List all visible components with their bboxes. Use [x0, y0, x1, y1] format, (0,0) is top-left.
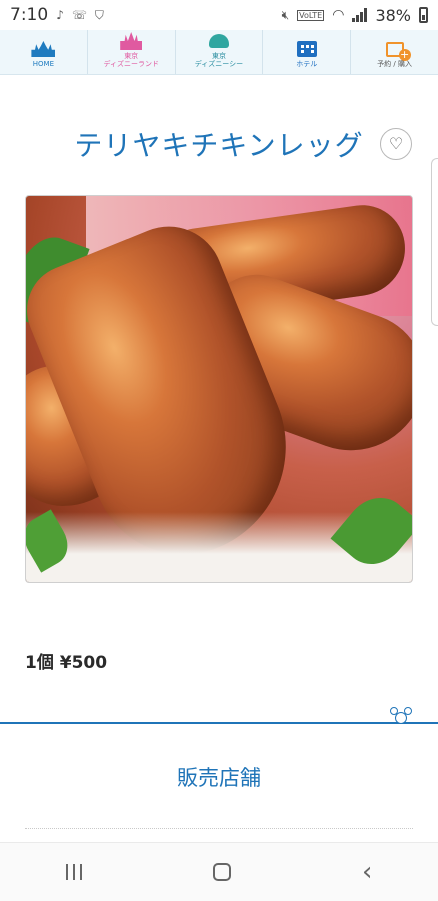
volte-icon: VoLTE: [297, 9, 325, 21]
shop-section-heading: 販売店舗: [177, 766, 261, 790]
nav-label-hotel: ホテル: [296, 60, 318, 68]
android-nav-bar: ‹: [0, 842, 438, 901]
battery-percent: 38%: [375, 5, 411, 25]
mute-icon: 🔇︎: [281, 7, 290, 22]
wifi-icon: ◠: [332, 7, 345, 23]
nav-item-tokyo-disneysea[interactable]: 東京 ディズニーシー: [176, 30, 264, 74]
nav-item-reserve-purchase[interactable]: 予約 / 購入: [351, 30, 438, 74]
nav-item-hotel[interactable]: ホテル: [263, 30, 352, 74]
hotel-icon: [296, 40, 317, 58]
dotted-divider: [25, 828, 413, 829]
nav-label-tokyo-disneyland: 東京 ディズニーランド: [103, 52, 159, 68]
status-right: 🔇︎ VoLTE ◠ 38%: [282, 6, 428, 25]
favorite-button[interactable]: ♡: [380, 128, 412, 160]
status-time: 7:10: [10, 5, 49, 25]
battery-icon: [419, 7, 428, 23]
status-left: 7:10 ♪ ☏ ⛉: [10, 5, 104, 25]
price-label: 1個 ¥500: [25, 653, 108, 673]
castle-icon: [31, 40, 56, 58]
nav-item-tokyo-disneyland[interactable]: 東京 ディズニーランド: [88, 30, 176, 74]
music-note-icon: ♪: [56, 8, 64, 22]
call-icon: ☏: [71, 8, 87, 22]
page-title: テリヤキチキンレッグ: [74, 129, 364, 162]
signal-icon: [352, 8, 368, 22]
nav-item-home[interactable]: HOME: [0, 30, 88, 74]
recents-icon[interactable]: [65, 864, 82, 880]
top-nav: HOME 東京 ディズニーランド 東京 ディズニーシー ホテル 予約 / 購入: [0, 30, 438, 75]
home-icon[interactable]: [212, 863, 231, 881]
nav-label-reserve-purchase: 予約 / 購入: [377, 60, 412, 68]
edge-panel-handle[interactable]: [431, 158, 438, 326]
back-icon[interactable]: ‹: [362, 859, 372, 885]
chicken-leg-photo: [25, 195, 413, 583]
globe-icon: [208, 32, 229, 50]
status-bar: 7:10 ♪ ☏ ⛉ 🔇︎ VoLTE ◠ 38%: [0, 0, 438, 30]
shield-icon: ⛉: [94, 7, 104, 22]
heart-icon: ♡: [388, 134, 404, 153]
ticket-icon: [385, 40, 411, 61]
mickey-icon: [390, 707, 412, 725]
castle-pink-icon: [120, 32, 143, 50]
nav-label-home: HOME: [32, 60, 55, 68]
nav-label-tokyo-disneysea: 東京 ディズニーシー: [194, 52, 244, 68]
section-divider: [0, 722, 438, 724]
